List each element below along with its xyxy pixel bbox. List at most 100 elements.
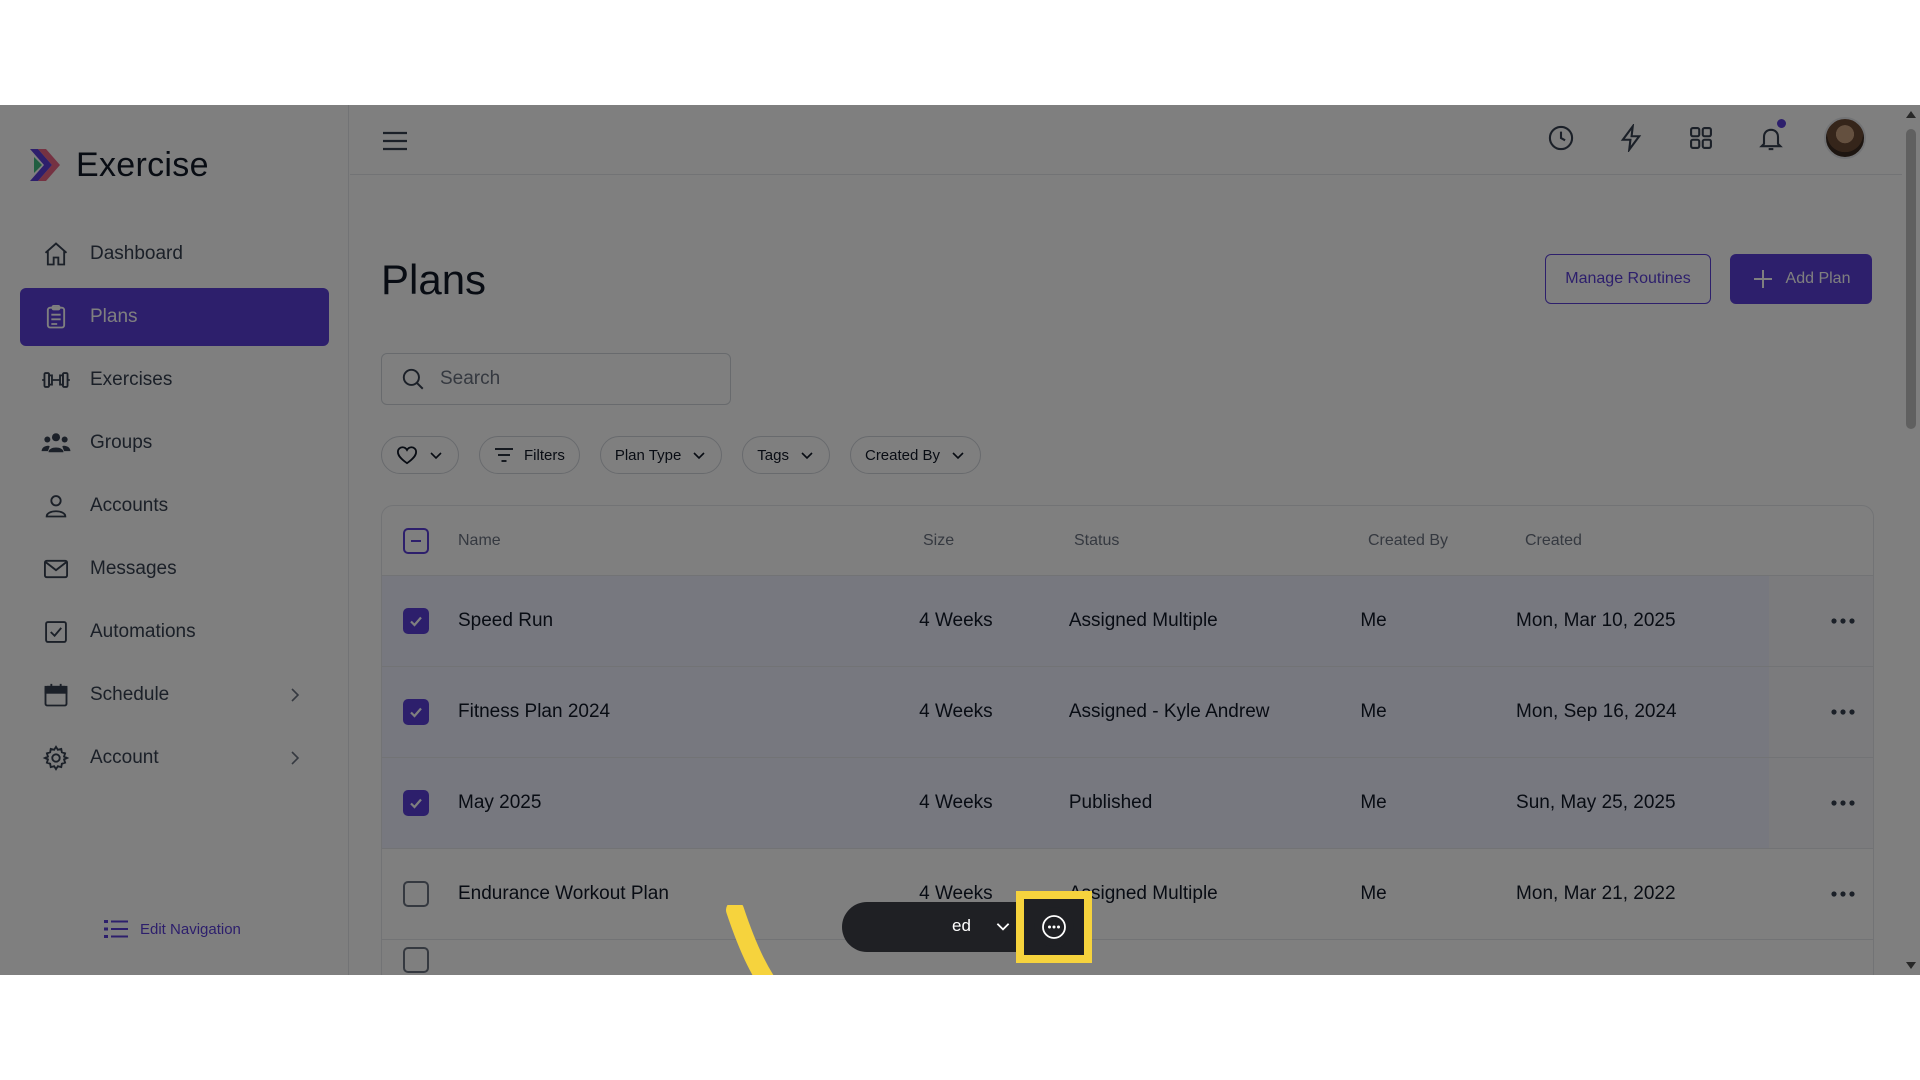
heart-icon (396, 446, 418, 465)
sidebar-item-label: Messages (90, 558, 177, 579)
plan-type-label: Plan Type (614, 446, 682, 464)
row-status: Assigned Multiple (1068, 610, 1218, 631)
row-checkbox[interactable] (403, 790, 429, 816)
topbar-actions (1544, 117, 1866, 159)
plan-type-filter[interactable]: Plan Type (599, 436, 723, 474)
scroll-thumb[interactable] (1906, 129, 1916, 429)
add-plan-button[interactable]: Add Plan (1730, 254, 1872, 304)
search-icon (402, 368, 424, 390)
sidebar-item-exercises[interactable]: Exercises (20, 351, 329, 409)
edit-navigation-link[interactable]: Edit Navigation (104, 918, 241, 940)
row-checkbox[interactable] (403, 881, 429, 907)
header-status[interactable]: Status (1074, 532, 1368, 550)
select-all-checkbox[interactable] (403, 527, 429, 554)
highlight-box (1016, 891, 1092, 963)
plans-table: Name Size Status Created By Created Spee… (381, 505, 1874, 975)
filter-icon (495, 448, 513, 462)
row-checkbox[interactable] (403, 699, 429, 725)
created-by-label: Created By (864, 446, 941, 464)
row-created-by: Me (1360, 701, 1387, 722)
user-icon (40, 490, 72, 522)
logo-icon (30, 149, 60, 181)
row-size: 4 Weeks (919, 701, 993, 722)
main-content: Plans Manage Routines Add Plan Search Fi… (350, 176, 1902, 975)
table-row[interactable]: Speed Run 4 Weeks Assigned Multiple Me M… (382, 576, 1873, 667)
header-created[interactable]: Created (1525, 532, 1825, 550)
checkbox-icon (40, 616, 72, 648)
row-size: 4 Weeks (919, 610, 993, 631)
header-size[interactable]: Size (923, 532, 1074, 550)
chevron-down-icon (430, 452, 442, 460)
filters-button[interactable]: Filters (479, 436, 580, 474)
row-more-button[interactable] (1814, 708, 1873, 716)
filter-bar: Filters Plan Type Tags Created By (381, 436, 982, 474)
row-name[interactable]: Fitness Plan 2024 (458, 701, 919, 723)
minus-icon (411, 539, 421, 542)
row-name[interactable]: Endurance Workout Plan (458, 883, 919, 905)
more-circle-icon (1042, 915, 1066, 939)
apps-grid-icon[interactable] (1684, 121, 1718, 155)
more-horizontal-icon (1831, 618, 1855, 624)
row-name[interactable]: Speed Run (458, 610, 919, 632)
manage-routines-button[interactable]: Manage Routines (1545, 254, 1711, 304)
app-window: Exercise Dashboard Plans Exercises Group… (0, 105, 1920, 975)
row-checkbox[interactable] (403, 608, 429, 634)
sidebar-item-messages[interactable]: Messages (20, 540, 329, 598)
sidebar-item-dashboard[interactable]: Dashboard (20, 225, 329, 283)
table-header: Name Size Status Created By Created (382, 506, 1873, 576)
avatar[interactable] (1824, 117, 1866, 159)
more-horizontal-icon (1831, 891, 1855, 897)
row-size: 4 Weeks (919, 792, 993, 813)
favorites-filter[interactable] (381, 436, 459, 474)
search-input[interactable]: Search (381, 353, 731, 405)
bulk-status-dropdown[interactable]: ed (952, 916, 971, 936)
hamburger-menu-icon[interactable] (380, 126, 410, 156)
scroll-down-arrow[interactable] (1906, 962, 1916, 969)
sidebar-item-accounts[interactable]: Accounts (20, 477, 329, 535)
bell-icon[interactable] (1754, 119, 1788, 155)
chevron-down-icon (952, 452, 964, 460)
sidebar-item-account[interactable]: Account (20, 729, 329, 787)
page-title: Plans (381, 256, 487, 303)
history-icon[interactable] (1544, 121, 1578, 155)
check-icon (410, 707, 422, 718)
table-row[interactable] (382, 940, 1873, 975)
sidebar-item-label: Schedule (90, 684, 170, 705)
row-name[interactable]: May 2025 (458, 792, 919, 814)
sidebar-item-groups[interactable]: Groups (20, 414, 329, 472)
check-icon (410, 798, 422, 809)
header-name[interactable]: Name (458, 532, 923, 550)
table-row[interactable]: Fitness Plan 2024 4 Weeks Assigned - Kyl… (382, 667, 1873, 758)
sidebar-item-automations[interactable]: Automations (20, 603, 329, 661)
row-created-by: Me (1360, 792, 1387, 813)
filters-label: Filters (524, 446, 565, 464)
row-more-button[interactable] (1814, 890, 1873, 898)
row-checkbox[interactable] (403, 946, 429, 973)
sidebar: Exercise Dashboard Plans Exercises Group… (0, 105, 349, 975)
tags-label: Tags (757, 446, 789, 464)
row-more-button[interactable] (1814, 799, 1873, 807)
lightning-icon[interactable] (1614, 121, 1648, 155)
row-more-button[interactable] (1814, 617, 1873, 625)
row-created-by: Me (1360, 883, 1387, 904)
row-status: Assigned Multiple (1068, 883, 1218, 904)
scroll-up-arrow[interactable] (1906, 111, 1916, 118)
users-icon (40, 427, 72, 459)
sidebar-item-plans[interactable]: Plans (20, 288, 329, 346)
app-logo[interactable]: Exercise (24, 145, 209, 185)
check-icon (410, 616, 422, 627)
row-status: Assigned - Kyle Andrew (1068, 701, 1270, 722)
sidebar-item-schedule[interactable]: Schedule (20, 666, 329, 724)
bulk-more-button[interactable] (1034, 907, 1074, 947)
sidebar-item-label: Dashboard (90, 243, 183, 264)
table-row[interactable]: May 2025 4 Weeks Published Me Sun, May 2… (382, 758, 1873, 849)
topbar (350, 105, 1902, 175)
table-row[interactable]: Endurance Workout Plan 4 Weeks Assigned … (382, 849, 1873, 940)
more-horizontal-icon (1831, 800, 1855, 806)
sidebar-item-label: Account (90, 747, 159, 768)
created-by-filter[interactable]: Created By (849, 436, 982, 474)
mail-icon (40, 553, 72, 585)
tags-filter[interactable]: Tags (742, 436, 830, 474)
page-scrollbar[interactable] (1902, 105, 1920, 975)
header-created-by[interactable]: Created By (1368, 532, 1525, 550)
